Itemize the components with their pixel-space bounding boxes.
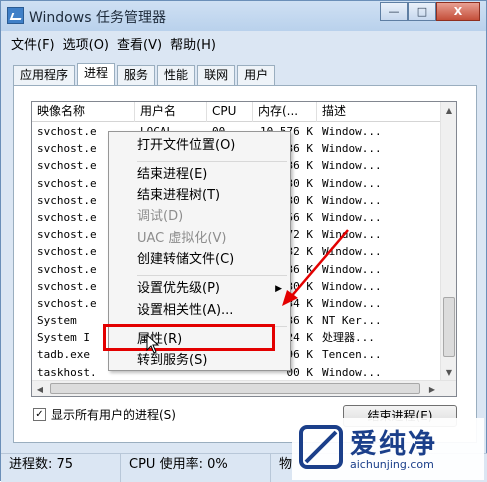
scroll-right-icon[interactable]: ▶	[424, 381, 440, 396]
watermark-logo-icon	[299, 425, 343, 469]
tab-applications[interactable]: 应用程序	[13, 65, 76, 85]
menu-end-process[interactable]: 结束进程(E)	[109, 164, 290, 186]
menu-go-to-service[interactable]: 转到服务(S)	[109, 350, 290, 372]
menu-set-affinity[interactable]: 设置相关性(A)...	[109, 300, 290, 322]
column-memory[interactable]: 内存(...	[253, 102, 317, 122]
show-all-users-label: 显示所有用户的进程(S)	[51, 408, 176, 422]
process-description: Tencen...	[322, 348, 382, 362]
horizontal-scrollbar[interactable]: ◀ ▶	[32, 380, 456, 396]
scroll-left-icon[interactable]: ◀	[32, 381, 48, 396]
window-controls: — □ X	[380, 2, 480, 22]
tab-processes[interactable]: 进程	[77, 63, 116, 85]
menu-set-priority[interactable]: 设置优先级(P) ▶	[109, 278, 290, 300]
menu-options[interactable]: 选项(O)	[59, 37, 113, 55]
status-process-count: 进程数: 75	[1, 454, 121, 482]
title-bar[interactable]: Windows 任务管理器 — □ X	[1, 1, 486, 31]
show-all-users-checkbox[interactable]: ✓	[33, 408, 46, 421]
tab-users[interactable]: 用户	[237, 65, 276, 85]
column-description[interactable]: 描述	[317, 102, 442, 122]
menu-view[interactable]: 查看(V)	[113, 37, 166, 55]
process-description: Window...	[322, 159, 382, 173]
process-description: Window...	[322, 176, 382, 190]
menu-create-dump-file[interactable]: 创建转储文件(C)	[109, 249, 290, 271]
menu-separator	[137, 161, 287, 162]
menu-bar: 文件(F) 选项(O) 查看(V) 帮助(H)	[7, 37, 220, 55]
column-user-name[interactable]: 用户名	[135, 102, 207, 122]
menu-open-file-location[interactable]: 打开文件位置(O)	[109, 135, 290, 157]
scroll-up-icon[interactable]: ▲	[441, 102, 456, 118]
process-description: Window...	[322, 193, 382, 207]
process-description: NT Ker...	[322, 314, 382, 328]
minimize-button[interactable]: —	[380, 2, 408, 21]
watermark: 爱纯净 aichunjing.com	[292, 418, 484, 480]
close-button[interactable]: X	[436, 2, 480, 21]
list-header: 映像名称 用户名 CPU 内存(... 描述	[32, 102, 442, 122]
maximize-button[interactable]: □	[408, 2, 436, 21]
process-description: Window...	[322, 125, 382, 138]
tab-performance[interactable]: 性能	[157, 65, 196, 85]
process-description: Window...	[322, 142, 382, 156]
status-cpu-usage: CPU 使用率: 0%	[121, 454, 271, 482]
tab-services[interactable]: 服务	[117, 65, 156, 85]
scroll-down-icon[interactable]: ▼	[441, 364, 456, 380]
menu-help[interactable]: 帮助(H)	[166, 37, 220, 55]
window-title: Windows 任务管理器	[29, 10, 166, 26]
menu-separator	[137, 275, 287, 276]
process-description: 处理器...	[322, 331, 375, 345]
tab-strip: 应用程序 进程 服务 性能 联网 用户	[13, 63, 277, 85]
menu-file[interactable]: 文件(F)	[7, 37, 59, 55]
column-image-name[interactable]: 映像名称	[32, 102, 135, 122]
status-memory: 物	[279, 457, 293, 472]
properties-highlight-box	[103, 324, 275, 351]
vertical-scrollbar[interactable]: ▲ ▼	[440, 102, 456, 396]
mouse-cursor-icon	[146, 334, 160, 354]
task-manager-icon	[7, 7, 24, 24]
process-description: Window...	[322, 210, 382, 224]
menu-debug: 调试(D)	[137, 209, 184, 224]
menu-end-process-tree[interactable]: 结束进程树(T)	[109, 185, 290, 207]
vertical-scroll-thumb[interactable]	[443, 297, 455, 357]
tab-networking[interactable]: 联网	[197, 65, 236, 85]
watermark-url: aichunjing.com	[350, 458, 434, 471]
column-cpu[interactable]: CPU	[207, 102, 253, 122]
red-arrow-icon	[282, 229, 349, 306]
process-description: Window...	[322, 365, 382, 379]
watermark-name: 爱纯净	[350, 429, 437, 460]
show-all-users-option[interactable]: ✓ 显示所有用户的进程(S)	[33, 406, 176, 423]
menu-uac-virtualization: UAC 虚拟化(V)	[137, 231, 227, 246]
menu-set-priority-label: 设置优先级(P)	[137, 281, 220, 296]
horizontal-scroll-thumb[interactable]	[50, 383, 420, 394]
